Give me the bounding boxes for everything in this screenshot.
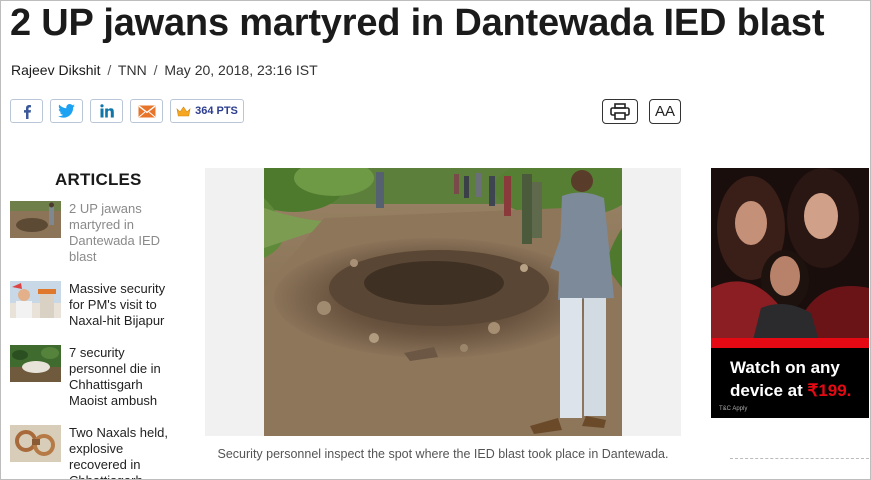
email-icon xyxy=(138,105,155,117)
points-label: 364 PTS xyxy=(195,105,238,117)
author-name[interactable]: Rajeev Dikshit xyxy=(11,62,100,78)
article-thumbnail xyxy=(10,345,61,382)
ad-line-1: Watch on any xyxy=(730,358,840,377)
ad-line-2-prefix: device at xyxy=(730,381,808,400)
points-badge[interactable]: 364 PTS xyxy=(170,99,244,123)
ad-headline: Watch on any device at ₹199. xyxy=(730,356,851,402)
article-page: 2 UP jawans martyred in Dantewada IED bl… xyxy=(0,0,871,480)
source-name: TNN xyxy=(117,62,147,78)
photo-caption: Security personnel inspect the spot wher… xyxy=(217,447,669,461)
byline: Rajeev Dikshit / TNN / May 20, 2018, 23:… xyxy=(11,62,318,78)
ied-blast-photo xyxy=(264,168,622,436)
font-size-label: AA xyxy=(654,103,675,120)
linkedin-share-button[interactable] xyxy=(90,99,123,123)
ad-artwork xyxy=(711,168,869,348)
facebook-icon xyxy=(23,104,31,119)
ad-terms: T&C Apply xyxy=(719,406,748,412)
publish-date: May 20, 2018, 23:16 IST xyxy=(164,62,318,78)
article-thumbnail xyxy=(10,281,61,318)
main-photo-container xyxy=(205,168,681,436)
printer-icon xyxy=(610,103,630,120)
crown-icon xyxy=(176,105,191,116)
article-headline: 2 UP jawans martyred in Dantewada IED bl… xyxy=(10,2,825,44)
article-list-title: Two Naxals held, explosive recovered in … xyxy=(69,425,168,479)
article-list-title: 2 UP jawans martyred in Dantewada IED bl… xyxy=(69,201,161,264)
byline-separator: / xyxy=(107,62,112,78)
article-list-item[interactable]: 7 security personnel die in Chhattisgarh… xyxy=(10,345,180,409)
divider xyxy=(730,458,869,459)
article-list-title: 7 security personnel die in Chhattisgarh… xyxy=(69,345,161,408)
ad-price: ₹199. xyxy=(807,381,852,400)
twitter-share-button[interactable] xyxy=(50,99,83,123)
advertisement-banner[interactable]: Watch on any device at ₹199. T&C Apply xyxy=(711,168,869,418)
article-thumbnail xyxy=(10,201,61,238)
byline-separator: / xyxy=(153,62,158,78)
article-thumbnail xyxy=(10,425,61,462)
font-size-button[interactable]: AA xyxy=(649,99,681,124)
email-share-button[interactable] xyxy=(130,99,163,123)
article-list-item[interactable]: Massive security for PM's visit to Naxal… xyxy=(10,281,180,329)
article-list-item[interactable]: Two Naxals held, explosive recovered in … xyxy=(10,425,180,479)
linkedin-icon xyxy=(99,104,114,118)
article-list-title: Massive security for PM's visit to Naxal… xyxy=(69,281,166,328)
facebook-share-button[interactable] xyxy=(10,99,43,123)
article-list-item[interactable]: 2 UP jawans martyred in Dantewada IED bl… xyxy=(10,201,180,265)
print-button[interactable] xyxy=(602,99,638,124)
articles-heading: ARTICLES xyxy=(55,170,142,189)
twitter-icon xyxy=(58,104,75,118)
